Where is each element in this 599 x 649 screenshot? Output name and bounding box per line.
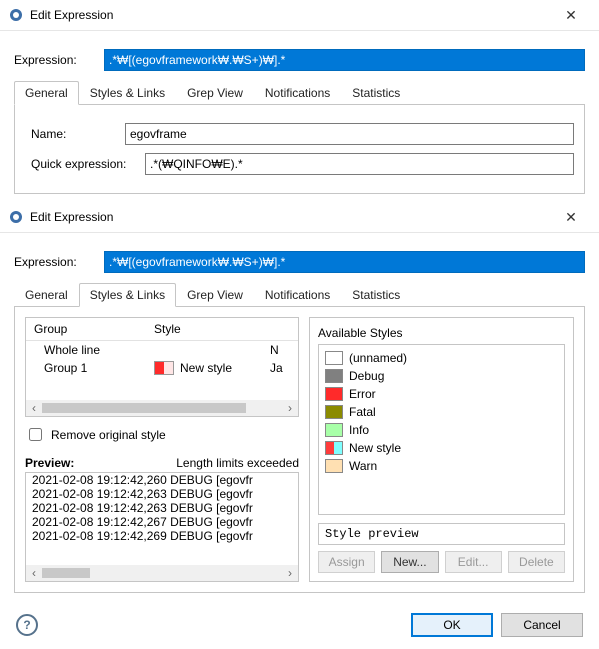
style-item-debug[interactable]: Debug (323, 367, 560, 385)
style-swatch-icon (325, 387, 343, 401)
style-item-error[interactable]: Error (323, 385, 560, 403)
ok-button[interactable]: OK (411, 613, 493, 637)
style-item-fatal[interactable]: Fatal (323, 403, 560, 421)
expression-label: Expression: (14, 53, 104, 67)
scroll-left-icon[interactable]: ‹ (26, 566, 42, 580)
style-header[interactable]: Style (146, 318, 298, 340)
cancel-button[interactable]: Cancel (501, 613, 583, 637)
group-cell: Whole line (34, 343, 154, 357)
style-cell: New style (154, 361, 270, 375)
tab-general[interactable]: General (14, 283, 79, 307)
extra-cell: N (270, 343, 290, 357)
help-icon[interactable]: ? (16, 614, 38, 636)
preview-limits: Length limits exceeded (176, 456, 299, 470)
preview-line: 2021-02-08 19:12:42,267 DEBUG [egovfr (26, 515, 298, 529)
remove-original-style-checkbox[interactable]: Remove original style (25, 425, 299, 444)
preview-line: 2021-02-08 19:12:42,263 DEBUG [egovfr (26, 487, 298, 501)
new-button[interactable]: New... (381, 551, 438, 573)
scroll-right-icon[interactable]: › (282, 566, 298, 580)
style-swatch-icon (325, 351, 343, 365)
expression-input[interactable] (104, 49, 585, 71)
style-swatch-icon (154, 361, 174, 375)
style-swatch-icon (325, 423, 343, 437)
available-styles-list[interactable]: (unnamed) Debug Error Fatal Info New sty… (318, 344, 565, 515)
preview-scrollbar[interactable]: ‹ › (26, 565, 298, 581)
tab-grep-view[interactable]: Grep View (176, 81, 254, 105)
group-header[interactable]: Group (26, 318, 146, 340)
name-input[interactable] (125, 123, 574, 145)
close-icon[interactable]: ✕ (551, 7, 591, 24)
window-title: Edit Expression (30, 210, 551, 224)
titlebar-1: Edit Expression ✕ (0, 0, 599, 30)
app-icon (8, 209, 24, 225)
group-cell: Group 1 (34, 361, 154, 375)
style-item-info[interactable]: Info (323, 421, 560, 439)
preview-line: 2021-02-08 19:12:42,260 DEBUG [egovfr (26, 473, 298, 487)
preview-label: Preview: (25, 456, 176, 470)
tab-statistics[interactable]: Statistics (341, 283, 411, 307)
tab-styles-links[interactable]: Styles & Links (79, 81, 176, 105)
style-swatch-icon (325, 441, 343, 455)
preview-line: 2021-02-08 19:12:42,263 DEBUG [egovfr (26, 501, 298, 515)
quick-expression-input[interactable] (145, 153, 574, 175)
horizontal-scrollbar[interactable]: ‹ › (26, 400, 298, 416)
name-label: Name: (25, 127, 125, 141)
preview-box[interactable]: 2021-02-08 19:12:42,260 DEBUG [egovfr 20… (25, 472, 299, 582)
close-icon[interactable]: ✕ (551, 209, 591, 226)
style-swatch-icon (325, 459, 343, 473)
tabs-2: General Styles & Links Grep View Notific… (14, 283, 585, 307)
style-preview-box: Style preview (318, 523, 565, 545)
remove-original-style-input[interactable] (29, 428, 42, 441)
preview-line: 2021-02-08 19:12:42,269 DEBUG [egovfr (26, 529, 298, 543)
tab-notifications[interactable]: Notifications (254, 81, 341, 105)
style-swatch-icon (325, 369, 343, 383)
tab-notifications[interactable]: Notifications (254, 283, 341, 307)
tab-general[interactable]: General (14, 81, 79, 105)
scroll-right-icon[interactable]: › (282, 401, 298, 415)
scroll-left-icon[interactable]: ‹ (26, 401, 42, 415)
app-icon (8, 7, 24, 23)
expression-input[interactable] (104, 251, 585, 273)
tab-grep-view[interactable]: Grep View (176, 283, 254, 307)
titlebar-2: Edit Expression ✕ (0, 202, 599, 232)
extra-cell: Ja (270, 361, 290, 375)
edit-button[interactable]: Edit... (445, 551, 502, 573)
style-item-warn[interactable]: Warn (323, 457, 560, 475)
available-styles-title: Available Styles (318, 326, 565, 340)
expression-label: Expression: (14, 255, 104, 269)
remove-original-style-label: Remove original style (51, 428, 166, 442)
tab-styles-links[interactable]: Styles & Links (79, 283, 176, 307)
table-row[interactable]: Whole line N (26, 341, 298, 359)
delete-button[interactable]: Delete (508, 551, 565, 573)
style-item-unnamed[interactable]: (unnamed) (323, 349, 560, 367)
group-table[interactable]: Group Style Whole line N Group 1 New sty… (25, 317, 299, 417)
tab-statistics[interactable]: Statistics (341, 81, 411, 105)
table-row[interactable]: Group 1 New style Ja (26, 359, 298, 377)
style-item-new-style[interactable]: New style (323, 439, 560, 457)
tabs-1: General Styles & Links Grep View Notific… (14, 81, 585, 105)
quick-expression-label: Quick expression: (25, 157, 145, 171)
assign-button[interactable]: Assign (318, 551, 375, 573)
window-title: Edit Expression (30, 8, 551, 22)
style-swatch-icon (325, 405, 343, 419)
